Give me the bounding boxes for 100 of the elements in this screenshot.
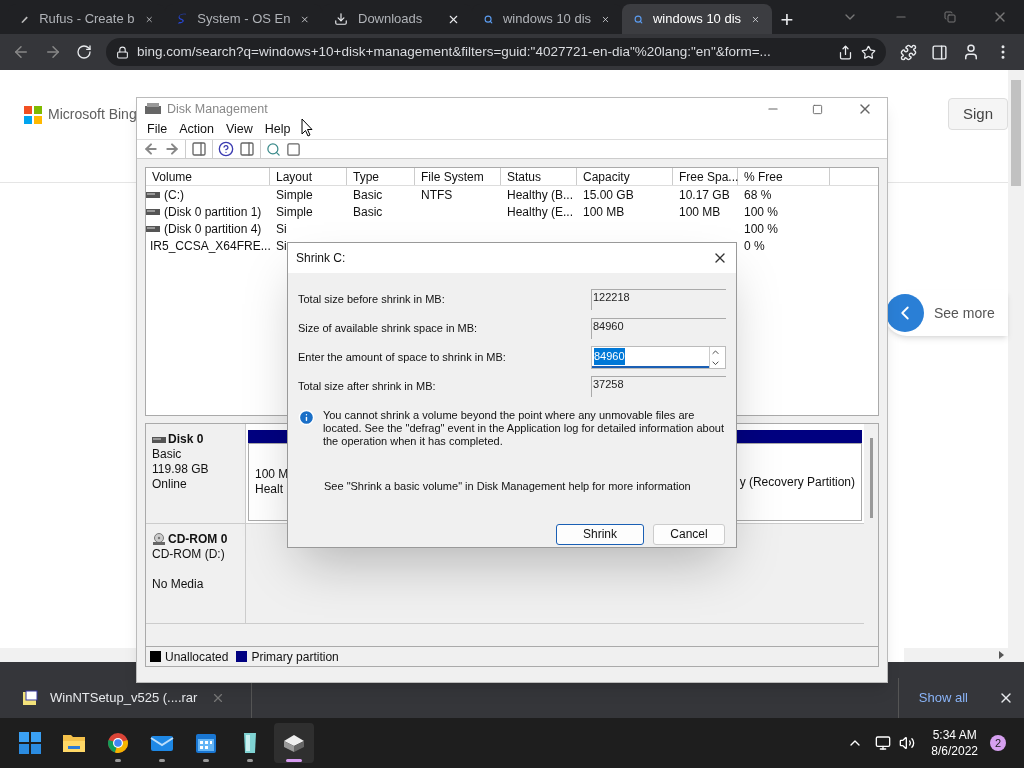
clock[interactable]: 5:34 AM 8/6/2022 [931, 727, 978, 759]
reload-icon[interactable] [76, 44, 92, 60]
taskbar-button[interactable] [274, 723, 314, 763]
folder-icon[interactable] [62, 732, 86, 754]
readonly-field: 84960 [591, 318, 726, 339]
column-header[interactable]: Free Spa... [673, 168, 738, 186]
legend-label: Primary partition [251, 648, 339, 666]
cd-drive-icon [152, 533, 166, 547]
column-header[interactable]: Layout [270, 168, 347, 186]
dialog-button[interactable]: Shrink [556, 523, 644, 545]
drive-icon [146, 208, 160, 215]
download-icon [334, 12, 348, 26]
download-filename[interactable]: WinNTSetup_v525 (....rar [50, 688, 198, 708]
browser-icon[interactable] [107, 732, 129, 754]
table-cell-text: 15.00 GB [583, 186, 634, 204]
side-panel-icon[interactable] [931, 43, 948, 61]
address-bar[interactable]: bing.com/search?q=windows+10+disk+management&filters=guid:"4027721-en-dia"%20lang:"en"&form=... [106, 38, 886, 66]
readonly-field: 122218 [591, 289, 726, 310]
disk-type: CD-ROM (D:) [152, 547, 226, 563]
help-icon[interactable] [218, 141, 234, 158]
disk-name: CD-ROM 0 [168, 532, 228, 548]
table-cell-text: NTFS [421, 186, 453, 204]
table-cell-text: Healthy (E... [507, 203, 574, 221]
table-cell-text: 100 MB [583, 203, 625, 221]
lock-icon [116, 45, 129, 59]
column-header[interactable]: % Free [738, 168, 830, 186]
forward-icon[interactable] [164, 141, 180, 158]
scroll-right-icon[interactable] [999, 651, 1004, 659]
drive-icon[interactable] [282, 732, 306, 754]
tab-title: System - OS En [197, 10, 291, 29]
partition-text: y (Recovery Partition) [739, 474, 855, 490]
tab-title: windows 10 dis [652, 10, 742, 29]
table-cell-text: IR5_CCSA_X64FRE... [150, 237, 271, 255]
table-cell-text: 10.17 GB [679, 186, 730, 204]
table-cell-text: (Disk 0 partition 1) [164, 203, 262, 221]
column-header[interactable]: Type [347, 168, 415, 186]
network-icon[interactable] [875, 735, 892, 751]
readonly-field: 37258 [591, 376, 726, 397]
browser-tab[interactable]: windows 10 dis [622, 4, 772, 34]
column-header[interactable]: File System [415, 168, 501, 186]
table-cell-text: Simple [276, 203, 313, 221]
table-cell-text: 100 MB [679, 203, 721, 221]
table-cell-text: Healthy (B... [507, 186, 574, 204]
column-header[interactable]: Status [501, 168, 577, 186]
disk-status: Online [152, 477, 188, 493]
share-icon[interactable] [838, 44, 853, 60]
tab-title: windows 10 dis [502, 10, 592, 29]
drive-icon [146, 225, 160, 232]
legend-label: Unallocated [165, 648, 229, 666]
table-cell-text: 100 % [744, 220, 779, 238]
field-label: Size of available shrink space in MB: [298, 321, 479, 337]
menu-item[interactable]: File [141, 120, 174, 139]
mail-icon[interactable] [150, 733, 174, 753]
input-value: 84960 [594, 348, 625, 365]
table-cell-text: 100 % [744, 203, 779, 221]
bottle-icon[interactable] [241, 731, 259, 755]
info-text: You cannot shrink a volume beyond the point where any unmovable files are located. See the "defrag" event in the Application log for detailed information about the operation when it has completed. [322, 409, 725, 448]
star-icon[interactable] [861, 44, 876, 60]
menu-item[interactable]: Action [173, 120, 220, 139]
field-label: Total size before shrink in MB: [298, 292, 446, 308]
tab-title: Rufus - Create b [39, 10, 135, 29]
back-icon[interactable] [12, 43, 30, 61]
horizontal-scrollbar[interactable] [0, 648, 136, 662]
calendar-icon[interactable] [195, 732, 217, 754]
disk-name: Disk 0 [168, 432, 204, 448]
dialog-title: Shrink C: [296, 250, 346, 267]
table-cell-text: Basic [353, 186, 383, 204]
logo-icon [24, 105, 42, 124]
partition-text: Healt [255, 482, 284, 498]
panel-icon[interactable] [239, 141, 255, 158]
new-tab-button[interactable]: + [772, 4, 802, 34]
partition-text: 100 M [255, 467, 289, 483]
menu-item[interactable]: Help [258, 120, 297, 139]
forward-icon[interactable] [44, 43, 62, 61]
notification-badge[interactable]: 2 [990, 735, 1006, 751]
vertical-scrollbar[interactable] [1008, 70, 1024, 648]
table-cell-text: (Disk 0 partition 4) [164, 220, 262, 238]
table-cell-text: 68 % [744, 186, 772, 204]
panel-icon[interactable] [191, 141, 207, 158]
menu-item[interactable]: View [219, 120, 259, 139]
search-icon[interactable] [266, 141, 281, 157]
drive-icon [145, 103, 161, 116]
dialog-button[interactable]: Cancel [653, 523, 725, 545]
field-label: Enter the amount of space to shrink in MB: [298, 350, 507, 366]
column-header[interactable]: Capacity [577, 168, 673, 186]
restore-icon[interactable] [944, 11, 956, 23]
site-logo-text: Microsoft Bing [48, 105, 137, 124]
sign-in-button[interactable]: Sign [948, 98, 1008, 130]
back-icon[interactable] [143, 141, 159, 158]
disk-status: No Media [152, 577, 205, 593]
profile-icon[interactable] [962, 43, 980, 61]
start-icon[interactable] [19, 732, 41, 754]
maximize-icon[interactable] [812, 103, 823, 115]
disk-type: Basic [152, 447, 183, 463]
extensions-icon[interactable] [900, 43, 917, 61]
window-title: Disk Management [167, 100, 268, 118]
show-all-link[interactable]: Show all [918, 688, 968, 708]
column-header[interactable]: Volume [146, 168, 270, 186]
table-cell-text: Basic [353, 203, 383, 221]
volume-icon[interactable] [899, 735, 916, 751]
